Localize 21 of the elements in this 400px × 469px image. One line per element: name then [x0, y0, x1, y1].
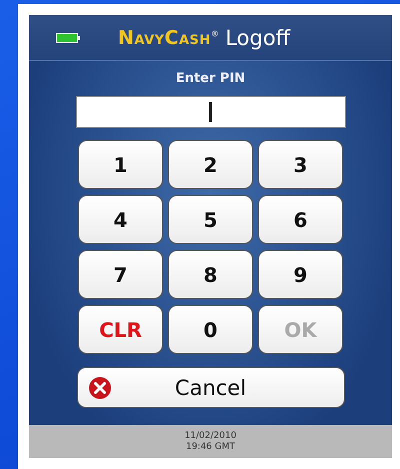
close-icon [88, 376, 112, 400]
keypad-key[interactable]: 9 [258, 250, 343, 299]
keypad-key[interactable]: CLR [78, 305, 163, 354]
date-text: 11/02/2010 [184, 430, 236, 442]
keypad-key[interactable]: 8 [168, 250, 253, 299]
cancel-button[interactable]: Cancel [76, 367, 344, 408]
keypad-key[interactable]: 7 [78, 250, 163, 299]
keypad-key[interactable]: 2 [168, 140, 253, 189]
keypad-key[interactable]: 0 [168, 305, 253, 354]
keypad-key[interactable]: 6 [258, 195, 343, 244]
logoff-button[interactable]: Logoff [225, 26, 290, 50]
battery-icon [56, 32, 80, 42]
time-text: 19:46 GMT [186, 442, 236, 452]
pin-field[interactable] [76, 96, 346, 128]
keypad-key[interactable]: 1 [78, 140, 163, 189]
brand-logo: NavyCash$^{®}$ [118, 26, 220, 48]
keypad-key[interactable]: 3 [258, 140, 343, 189]
keypad-key[interactable]: 4 [78, 195, 163, 244]
prompt-label: Enter PIN [176, 71, 246, 86]
text-cursor-icon [209, 102, 212, 122]
keypad-key[interactable]: 5 [168, 195, 253, 244]
